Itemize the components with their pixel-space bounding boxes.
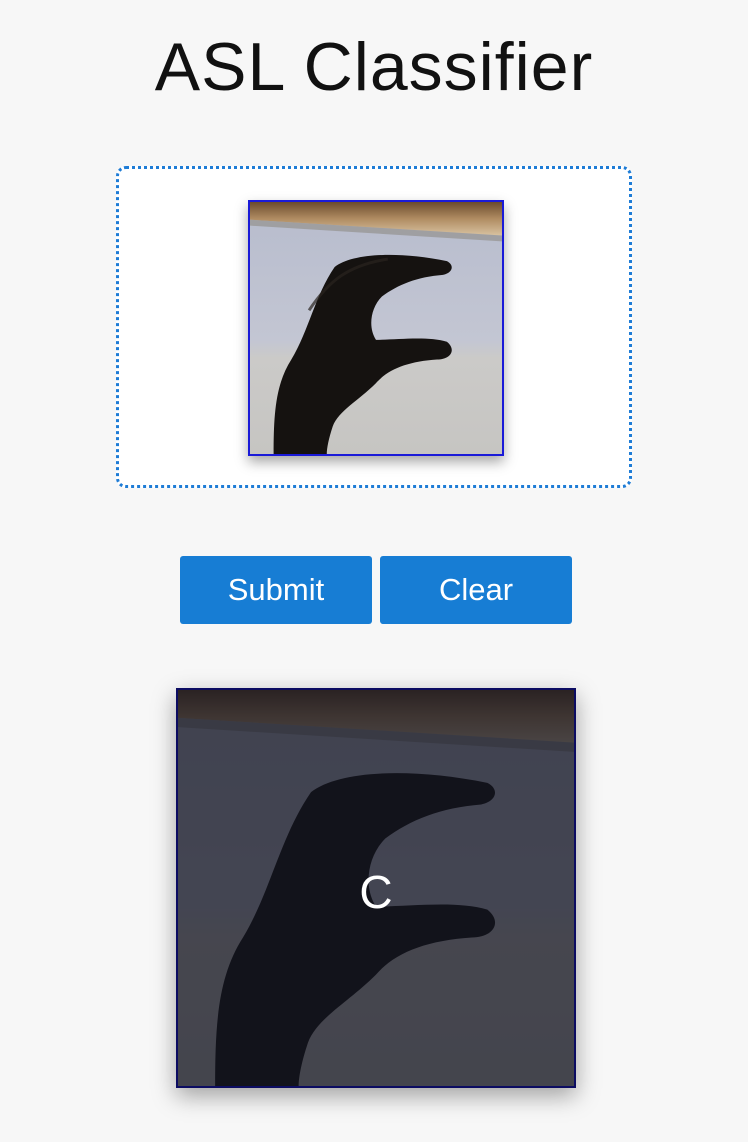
hand-photo [250,202,502,454]
page: ASL Classifier Submit Clear C [0,0,748,1142]
submit-button[interactable]: Submit [180,556,372,624]
prediction-label: C [359,866,393,918]
page-title: ASL Classifier [154,29,594,105]
uploaded-image-preview [248,200,504,456]
clear-button[interactable]: Clear [380,556,572,624]
prediction-result: C [176,688,576,1088]
